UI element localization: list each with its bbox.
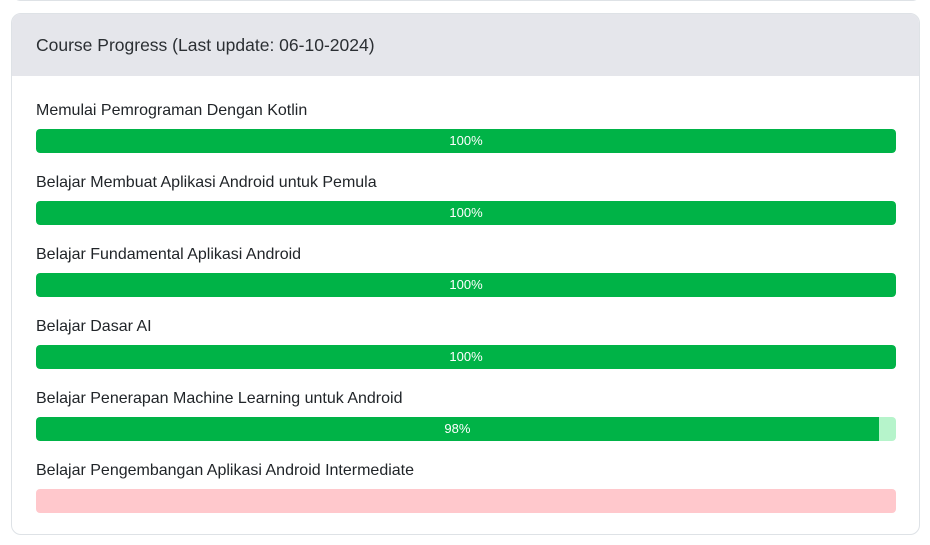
progress-bar: 100% <box>36 273 896 297</box>
progress-bar: 100% <box>36 129 896 153</box>
previous-card-edge <box>11 0 922 1</box>
course-title: Belajar Penerapan Machine Learning untuk… <box>36 390 403 407</box>
progress-bar: 98% <box>36 417 896 441</box>
course-list: Memulai Pemrograman Dengan Kotlin 100% B… <box>12 76 919 533</box>
progress-bar <box>36 489 896 513</box>
course-item: Belajar Penerapan Machine Learning untuk… <box>36 389 896 461</box>
progress-bar: 100% <box>36 345 896 369</box>
course-item: Belajar Fundamental Aplikasi Android 100… <box>36 245 896 317</box>
course-item: Belajar Dasar AI 100% <box>36 317 896 389</box>
progress-percent: 100% <box>449 133 483 148</box>
progress-percent: 100% <box>449 349 483 364</box>
course-progress-card: Course Progress (Last update: 06-10-2024… <box>11 13 920 535</box>
course-title: Memulai Pemrograman Dengan Kotlin <box>36 102 308 119</box>
course-item: Belajar Membuat Aplikasi Android untuk P… <box>36 173 896 245</box>
course-title: Belajar Dasar AI <box>36 318 152 335</box>
progress-percent: 98% <box>444 421 471 436</box>
course-title: Belajar Pengembangan Aplikasi Android In… <box>36 462 415 479</box>
card-title: Course Progress (Last update: 06-10-2024… <box>36 34 375 55</box>
progress-bar: 100% <box>36 201 896 225</box>
course-item: Memulai Pemrograman Dengan Kotlin 100% <box>36 101 896 173</box>
course-item: Belajar Pengembangan Aplikasi Android In… <box>36 461 896 533</box>
card-header: Course Progress (Last update: 06-10-2024… <box>12 14 919 76</box>
course-title: Belajar Membuat Aplikasi Android untuk P… <box>36 174 377 191</box>
progress-percent: 100% <box>449 205 483 220</box>
course-title: Belajar Fundamental Aplikasi Android <box>36 246 302 263</box>
progress-percent: 100% <box>449 277 483 292</box>
